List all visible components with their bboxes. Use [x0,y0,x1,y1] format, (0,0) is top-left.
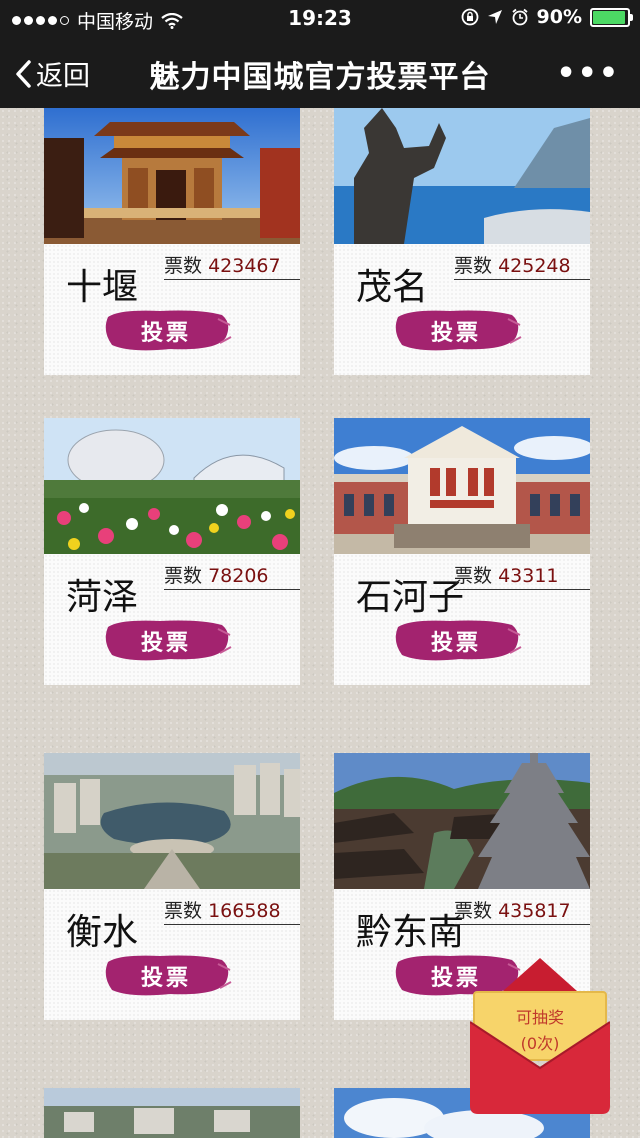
vote-count-label: 票数 [164,900,203,922]
lottery-red-packet-button[interactable]: 可抽奖 (0次) [469,956,611,1116]
vote-count-value: 166588 [208,900,281,922]
vote-count: 票数 166588 [164,896,300,925]
vote-count-value: 78206 [208,565,269,587]
city-photo [334,753,590,889]
city-card: 茂名 票数 425248 投票 [334,108,590,375]
city-name: 石河子 [356,577,465,618]
city-photo [334,108,590,244]
vote-count-label: 票数 [454,565,493,587]
vote-button[interactable]: 投票 [395,310,522,351]
battery-icon [590,7,633,27]
vote-count: 票数 78206 [164,561,300,590]
vote-count-label: 票数 [454,900,493,922]
alarm-icon [511,8,528,26]
vote-count: 票数 425248 [454,251,590,280]
page-title: 魅力中国城官方投票平台 [149,60,491,95]
vote-count-value: 425248 [498,255,571,277]
rotation-lock-icon [461,8,478,26]
vote-button[interactable]: 投票 [395,620,522,661]
vote-button-label: 投票 [140,631,191,656]
city-card: 衡水 票数 166588 投票 [44,753,300,1020]
vote-button[interactable]: 投票 [105,955,232,996]
city-name: 黔东南 [356,912,465,953]
city-photo [44,753,300,889]
nav-bar: 返回 魅力中国城官方投票平台 ••• [0,36,640,108]
city-name: 茂名 [356,267,429,308]
vote-button-label: 投票 [430,321,481,346]
vote-button-label: 投票 [140,966,191,991]
battery-percent: 90% [536,6,582,28]
city-card [44,1088,300,1138]
city-name: 衡水 [66,912,139,953]
location-icon [487,10,502,24]
city-photo [334,418,590,554]
lottery-count: (0次) [520,1034,560,1053]
city-name: 十堰 [66,267,139,308]
vote-count-label: 票数 [454,255,493,277]
more-menu-button[interactable]: ••• [556,56,620,91]
city-name: 菏泽 [66,577,139,618]
city-photo [44,1088,300,1138]
city-card: 菏泽 票数 78206 投票 [44,418,300,685]
vote-button-label: 投票 [430,631,481,656]
vote-count: 票数 435817 [454,896,590,925]
lottery-label: 可抽奖 [515,1008,564,1027]
city-photo [44,418,300,554]
vote-count-value: 435817 [498,900,571,922]
city-card: 石河子 票数 43311 投票 [334,418,590,685]
vote-count: 票数 423467 [164,251,300,280]
city-card: 十堰 票数 423467 投票 [44,108,300,375]
vote-count-label: 票数 [164,565,203,587]
vote-button-label: 投票 [140,321,191,346]
vote-button[interactable]: 投票 [105,310,232,351]
city-photo [44,108,300,244]
vote-count-label: 票数 [164,255,203,277]
vote-button[interactable]: 投票 [105,620,232,661]
vote-count-value: 423467 [208,255,281,277]
vote-count-value: 43311 [498,565,559,587]
status-bar: 中国移动 19:23 90% [0,0,640,36]
vote-count: 票数 43311 [454,561,590,590]
